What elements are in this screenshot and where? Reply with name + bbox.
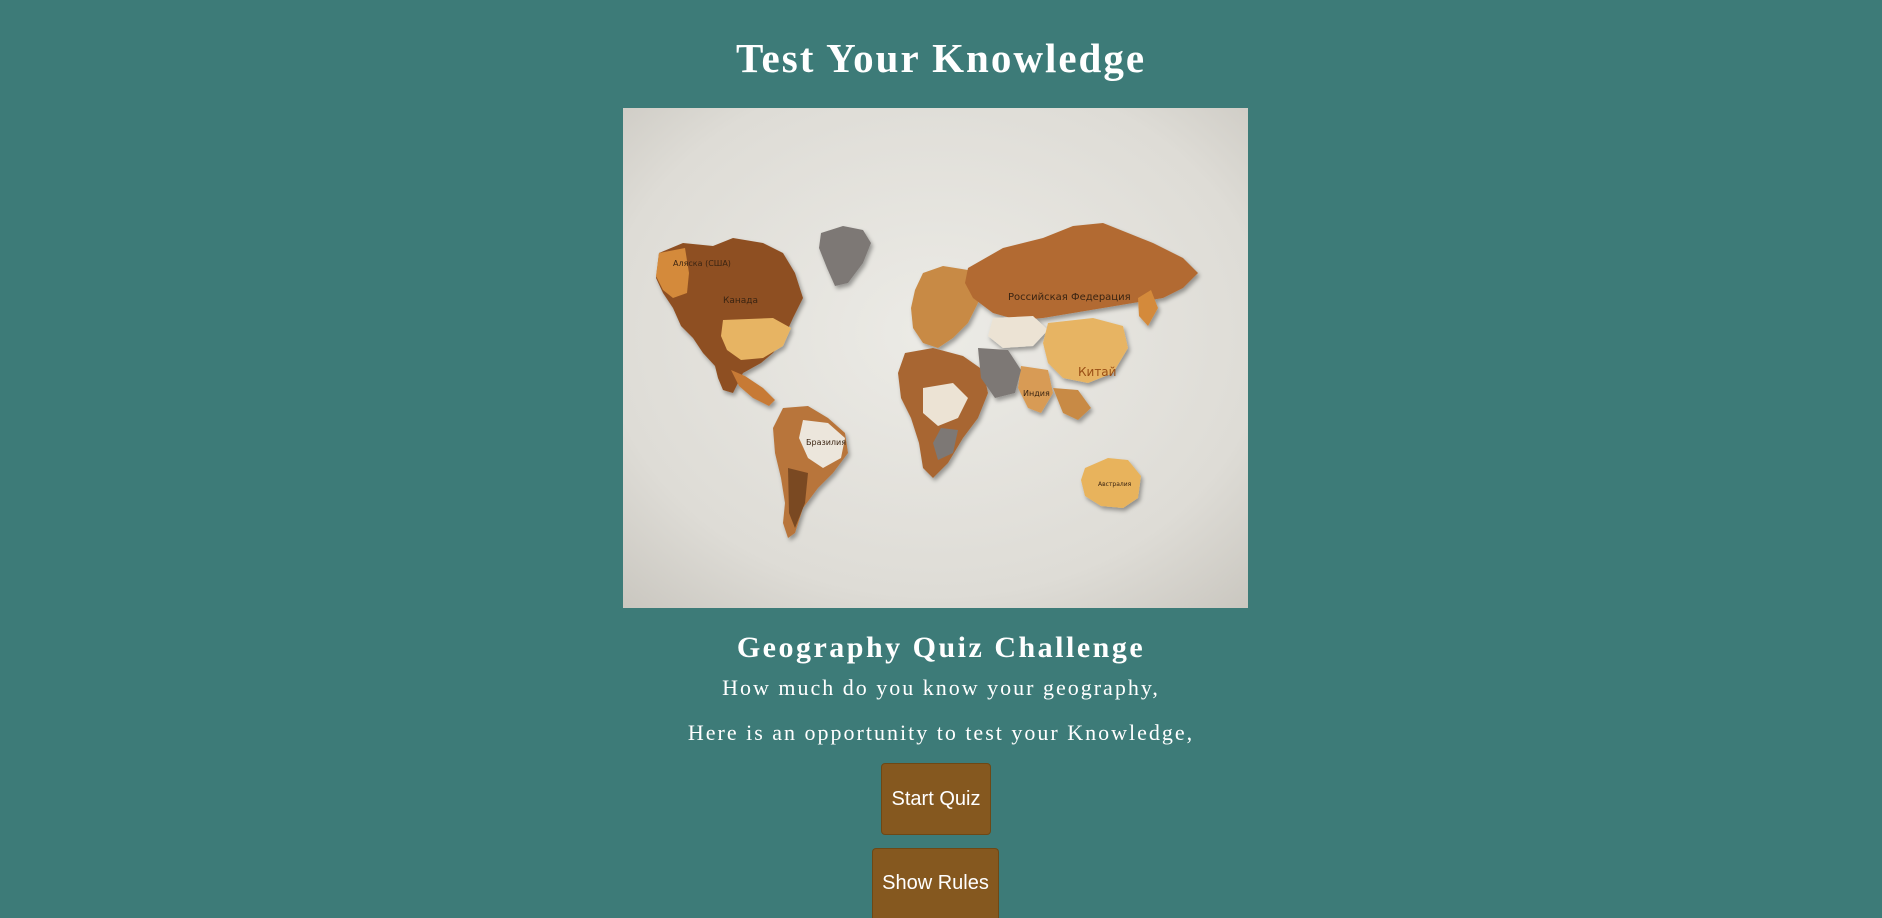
map-label-alaska: Аляска (США) <box>673 259 731 268</box>
page: Test Your Knowledge Аляска (США) Канада … <box>0 0 1882 918</box>
show-rules-button[interactable]: Show Rules <box>872 848 999 918</box>
world-map-illustration: Аляска (США) Канада Российская Федерация… <box>623 108 1248 608</box>
map-label-russia: Российская Федерация <box>1008 292 1131 303</box>
map-label-china: Китай <box>1078 365 1116 379</box>
map-label-brazil: Бразилия <box>806 438 846 447</box>
page-title: Test Your Knowledge <box>735 35 1147 81</box>
map-label-australia: Австралия <box>1098 481 1132 488</box>
map-label-canada: Канада <box>723 296 758 306</box>
map-label-india: Индия <box>1023 389 1050 398</box>
quiz-subtitle: Geography Quiz Challenge <box>736 631 1146 664</box>
intro-line-1: How much do you know your geography, <box>722 675 1160 700</box>
intro-line-2: Here is an opportunity to test your Know… <box>687 720 1195 745</box>
start-quiz-button[interactable]: Start Quiz <box>881 763 991 835</box>
world-map-image: Аляска (США) Канада Российская Федерация… <box>623 108 1248 608</box>
